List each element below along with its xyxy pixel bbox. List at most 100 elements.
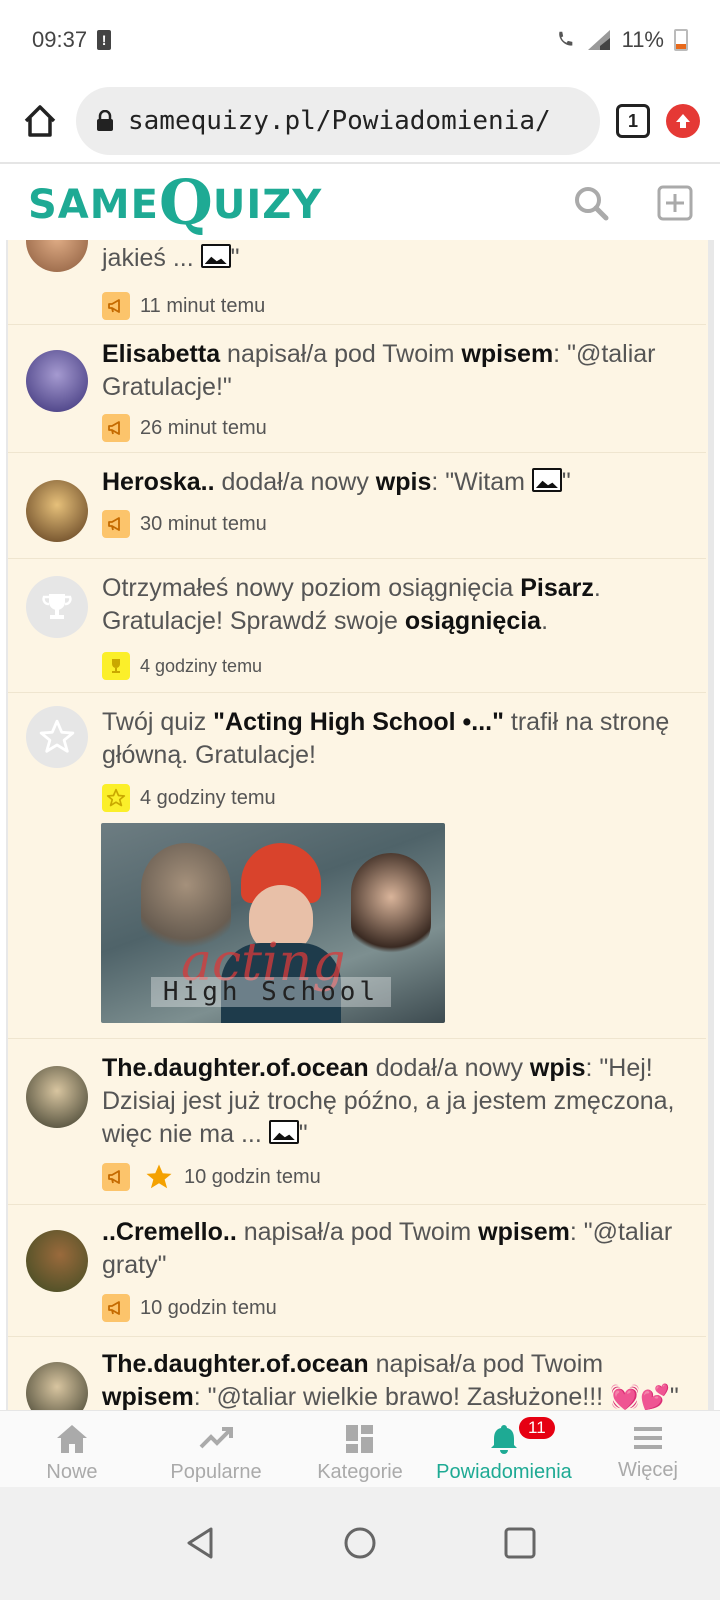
trophy-icon [42,594,72,619]
notification-item[interactable]: The.daughter.of.ocean dodał/a nowy wpis:… [8,1038,706,1205]
target-link[interactable]: wpisem [102,1383,194,1410]
nav-wiecej[interactable]: Więcej [576,1411,720,1487]
image-icon [200,244,231,268]
notification-meta: 10 godzin temu [102,1162,321,1192]
star-filled-icon [146,1164,172,1189]
notification-text: The.daughter.of.ocean napisał/a pod Twoi… [102,1348,698,1410]
quote-end: " [298,1120,308,1148]
avatar [26,480,88,542]
achievement-name: Pisarz [520,574,594,602]
user-name[interactable]: Elisabetta [102,340,220,368]
notification-content: : "@taliar wielkie brawo! Zasłużone!!! [193,1383,611,1410]
star-outline-icon [39,719,75,753]
status-left: 09:37 ! [32,27,112,53]
notification-meta: 4 godziny temu [102,784,276,812]
logo-uizy: UIZY [212,182,323,228]
notification-meta: 26 minut temu [102,414,267,442]
notifications-list: jakieś ... " 11 minut temu Elisabetta na… [8,240,706,1410]
recents-icon[interactable] [503,1526,537,1560]
notification-meta: 30 minut temu [102,510,267,538]
notification-item[interactable]: jakieś ... " 11 minut temu [8,240,706,325]
megaphone-icon [102,1163,130,1191]
nav-kategorie[interactable]: Kategorie [288,1411,432,1487]
trophy-icon [102,652,130,680]
nav-popularne[interactable]: Popularne [144,1411,288,1487]
target-link[interactable]: wpis [376,468,432,496]
thumb-person-right [351,853,431,963]
battery-percent: 11% [621,27,664,52]
nav-label: Powiadomienia [436,1461,572,1483]
nav-powiadomienia[interactable]: 11 Powiadomienia [432,1411,576,1487]
samequizy-logo[interactable]: SAME Q UIZY [28,172,323,234]
tabs-button[interactable]: 1 [616,104,650,138]
home-icon [57,1425,87,1453]
text-part: . [541,607,549,635]
quiz-thumbnail[interactable]: acting High School [101,823,445,1023]
status-bar: 09:37 ! 11% [0,0,720,80]
nav-nowe[interactable]: Nowe [0,1411,144,1487]
megaphone-icon [102,292,130,320]
notification-time: 30 minut temu [140,512,267,535]
megaphone-icon [102,510,130,538]
notification-time: 4 godziny temu [140,655,263,676]
notification-action: napisał/a pod Twoim [236,1218,479,1246]
avatar [26,1230,88,1292]
target-link[interactable]: wpisem [478,1218,570,1246]
trophy-avatar [26,576,88,638]
nav-label: Więcej [617,1459,678,1481]
megaphone-icon [102,414,130,442]
notification-text: Otrzymałeś nowy poziom osiągnięcia Pisar… [102,572,698,638]
site-header: SAME Q UIZY [0,166,720,240]
update-button[interactable] [666,104,700,138]
text-part: Twój quiz [102,708,214,736]
star-icon [102,784,130,812]
browser-toolbar: samequizy.pl/Powiadomienia/ 1 [0,80,720,164]
user-name[interactable]: ..Cremello.. [102,1218,237,1246]
text-part: Otrzymałeś nowy poziom osiągnięcia [102,574,521,602]
battery-icon [674,29,688,51]
quote-end: " [561,468,571,496]
notification-text: jakieś ... " [102,242,692,275]
lock-icon [97,110,113,131]
address-bar[interactable]: samequizy.pl/Powiadomienia/ [76,87,600,155]
notification-content: : "Witam [431,468,532,496]
notification-item[interactable]: Elisabetta napisał/a pod Twoim wpisem: "… [8,324,706,453]
search-icon[interactable] [572,184,610,222]
user-name[interactable]: The.daughter.of.ocean [102,1054,369,1082]
notification-time: 26 minut temu [140,416,267,439]
notification-text: Heroska.. dodał/a nowy wpis: "Witam " [102,466,698,499]
notification-item[interactable]: Twój quiz "Acting High School •..." traf… [8,692,706,1039]
home-icon[interactable] [20,101,60,141]
notification-time: 10 godzin temu [140,1296,277,1319]
notification-time: 10 godzin temu [184,1165,321,1188]
arrow-up-icon [676,114,690,128]
notification-item[interactable]: ..Cremello.. napisał/a pod Twoim wpisem:… [8,1204,706,1337]
notification-item[interactable]: Otrzymałeś nowy poziom osiągnięcia Pisar… [8,558,706,693]
grid-icon [346,1425,373,1453]
wifi-call-icon [558,31,572,46]
quote-end: " [230,244,240,272]
notification-item[interactable]: The.daughter.of.ocean napisał/a pod Twoi… [8,1336,706,1410]
back-icon[interactable] [183,1525,217,1561]
home-circle-icon[interactable] [342,1525,378,1561]
avatar [26,350,88,412]
notification-item[interactable]: Heroska.. dodał/a nowy wpis: "Witam " 30… [8,452,706,559]
url-text: samequizy.pl/Powiadomienia/ [128,106,551,136]
avatar [26,240,88,272]
notification-meta: 10 godzin temu [102,1294,277,1322]
notification-time: 4 godziny temu [140,786,276,809]
quiz-link[interactable]: "Acting High School •..." [213,708,504,736]
user-name[interactable]: The.daughter.of.ocean [102,1350,369,1378]
nav-label: Popularne [170,1461,262,1483]
notification-text: The.daughter.of.ocean dodał/a nowy wpis:… [102,1052,698,1151]
achievements-link[interactable]: osiągnięcia [405,607,541,635]
user-name[interactable]: Heroska.. [102,468,215,496]
menu-icon [634,1427,662,1449]
target-link[interactable]: wpisem [461,340,553,368]
star-avatar [26,706,88,768]
notification-meta: 4 godziny temu [102,652,262,680]
notification-snippet: jakieś ... [102,244,201,272]
add-quiz-icon[interactable] [656,184,694,222]
target-link[interactable]: wpis [530,1054,586,1082]
notification-time: 11 minut temu [140,294,266,317]
